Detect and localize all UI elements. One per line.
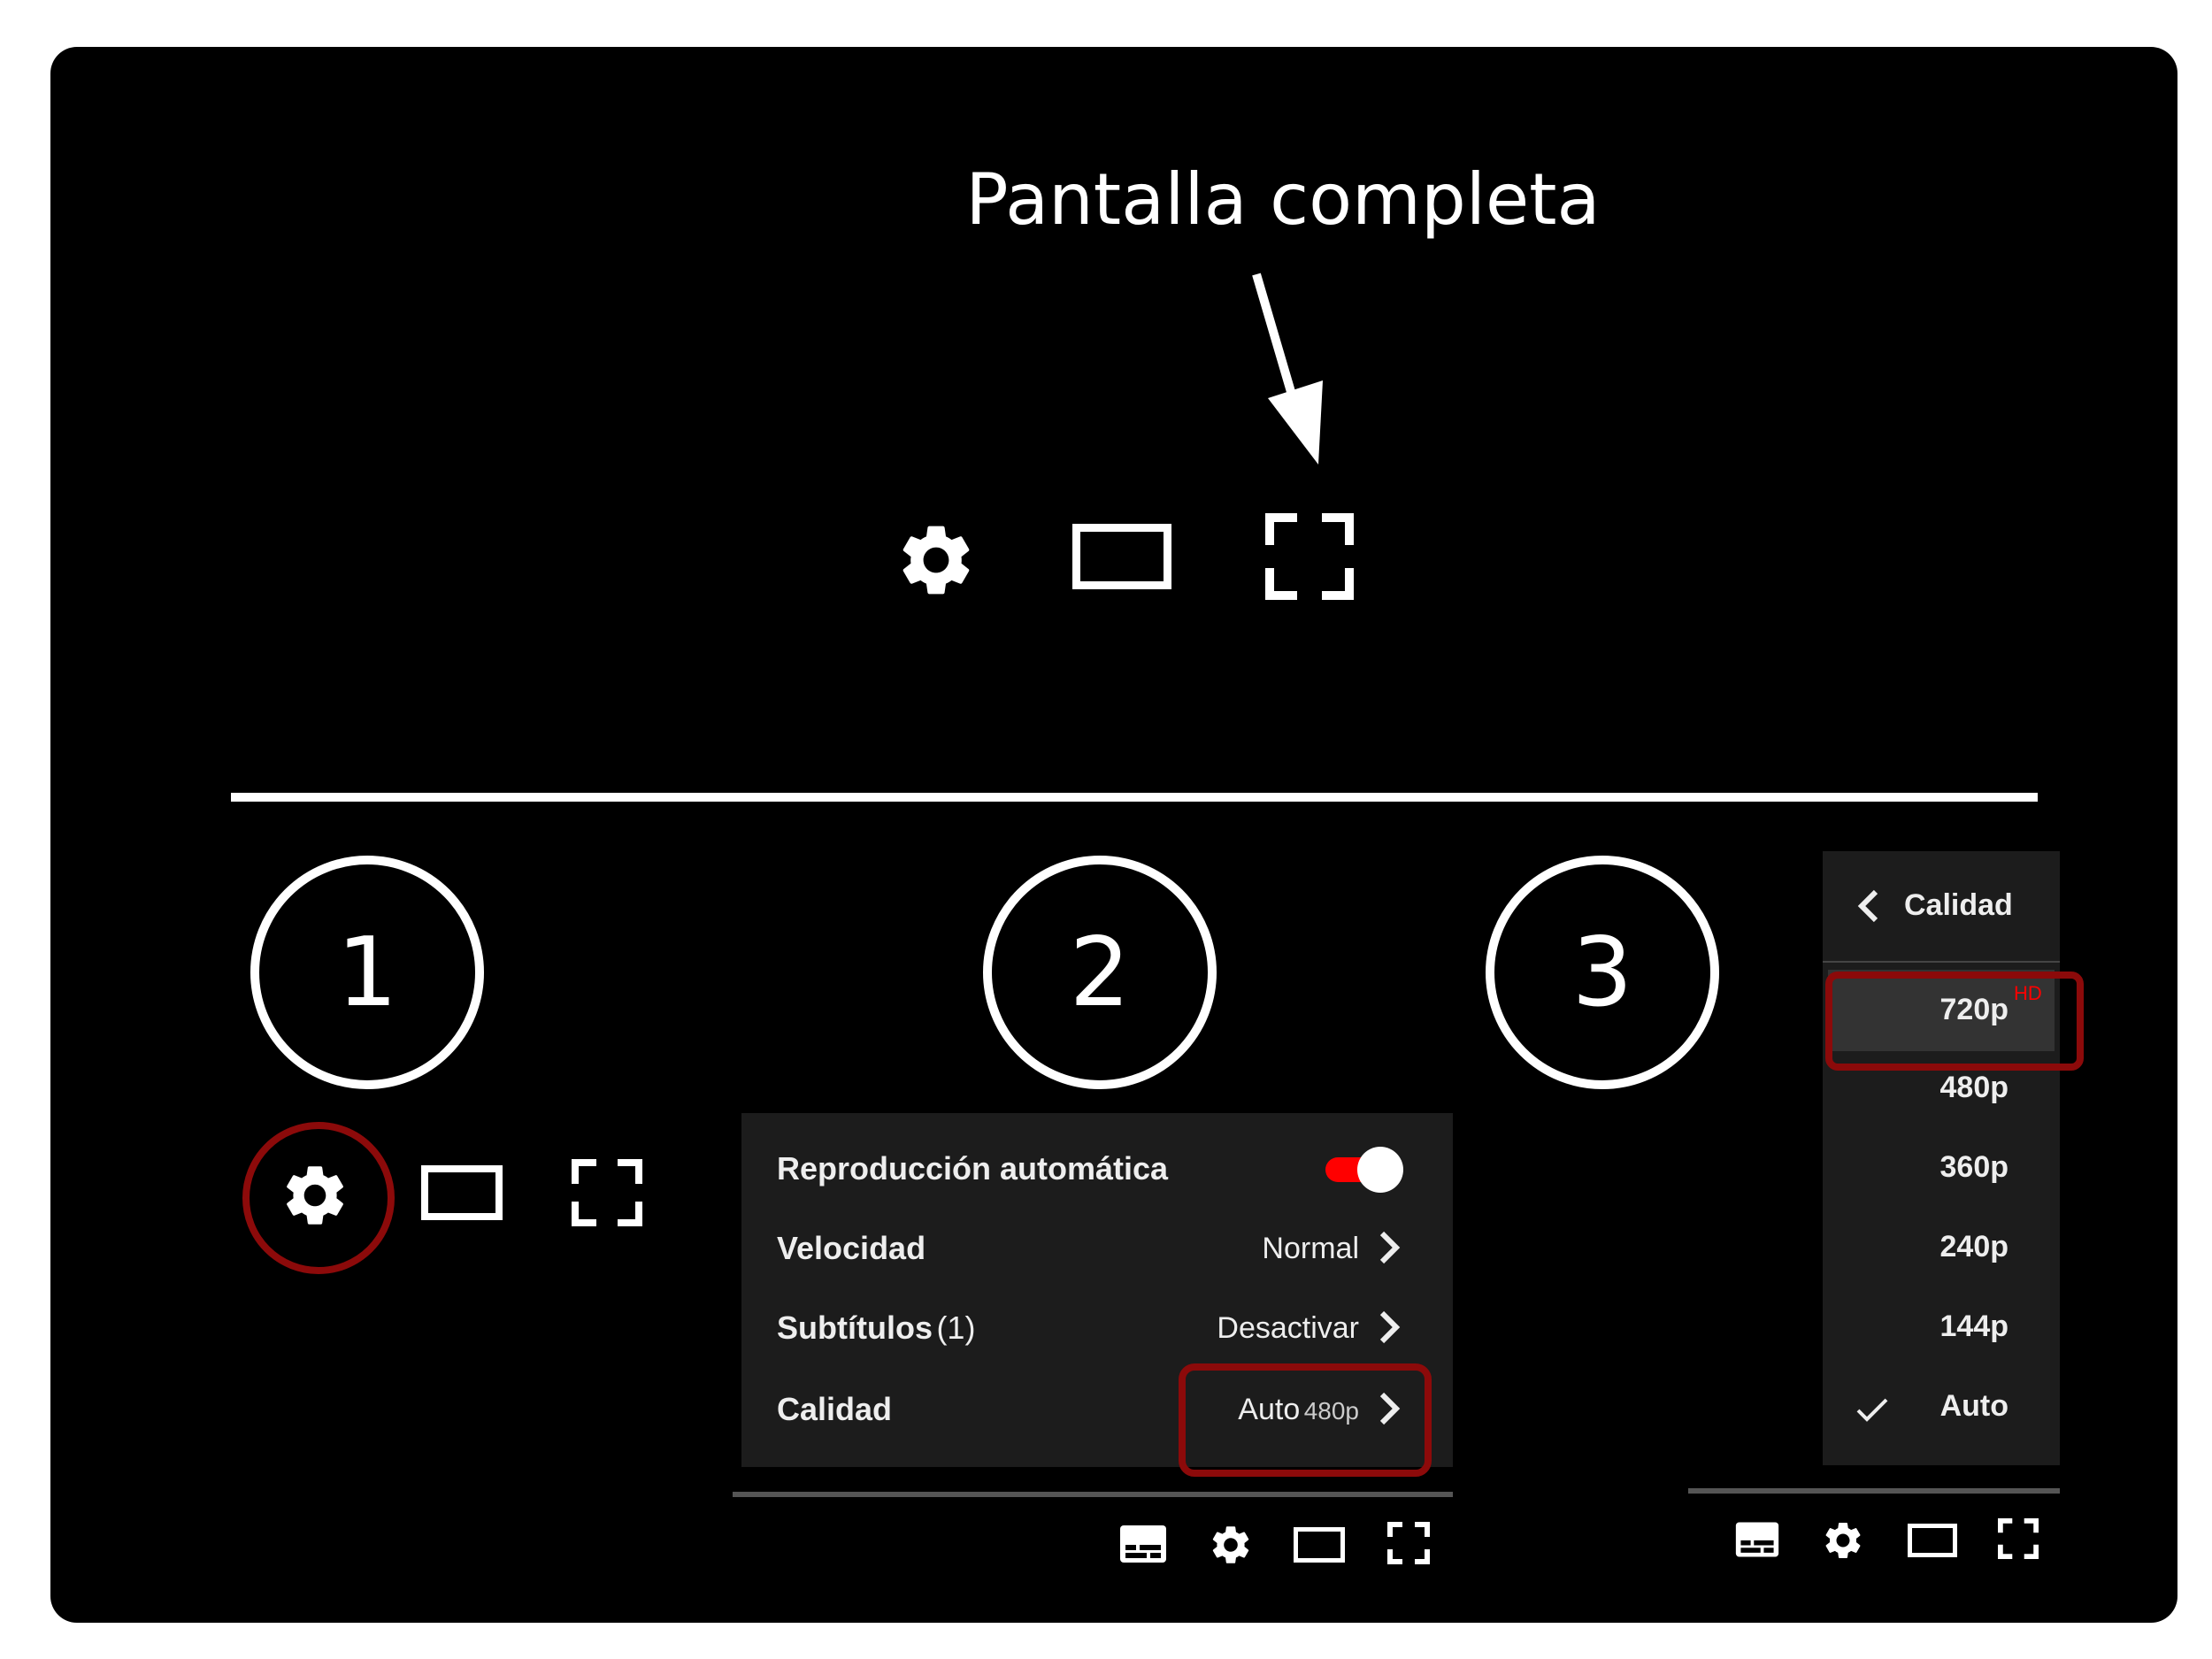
autoplay-label: Reproducción automática: [777, 1150, 1169, 1187]
subtitles-value: Desactivar: [1217, 1311, 1359, 1345]
quality-option-label: 144p: [1939, 1310, 2009, 1343]
chevron-right-icon: [1379, 1310, 1401, 1344]
quality-option-144p[interactable]: 144p: [1823, 1290, 2060, 1370]
fullscreen-icon[interactable]: [572, 1159, 642, 1226]
quality-option-240p[interactable]: 240p: [1823, 1210, 2060, 1290]
quality-option-label: 480p: [1939, 1071, 2009, 1104]
heading: Pantalla completa: [965, 158, 1601, 241]
chevron-left-icon: [1857, 889, 1878, 923]
gear-icon[interactable]: [1208, 1522, 1254, 1568]
divider: [231, 793, 2038, 802]
fullscreen-icon[interactable]: [1265, 513, 1354, 600]
progress-bar[interactable]: [733, 1492, 1453, 1497]
quality-menu-title: Calidad: [1904, 888, 2013, 922]
gear-icon[interactable]: [279, 1159, 351, 1232]
arrow-icon: [1252, 273, 1323, 465]
subtitles-row[interactable]: Subtítulos (1) Desactivar: [741, 1290, 1453, 1361]
subtitles-count: (1): [936, 1310, 976, 1346]
quality-option-360p[interactable]: 360p: [1823, 1131, 2060, 1210]
speed-row[interactable]: Velocidad Normal: [741, 1210, 1453, 1281]
theater-mode-icon[interactable]: [421, 1165, 503, 1220]
quality-menu: Calidad 720p HD 480p 360p 240p 144p Auto: [1823, 851, 2060, 1465]
autoplay-toggle[interactable]: [1325, 1147, 1403, 1193]
quality-label: Calidad: [777, 1391, 893, 1427]
progress-bar[interactable]: [1688, 1488, 2060, 1494]
speed-label: Velocidad: [777, 1230, 926, 1266]
quality-highlight-box: [1179, 1363, 1432, 1477]
quality-option-label: Auto: [1939, 1389, 2008, 1423]
step-1: 1: [250, 856, 484, 1089]
subtitles-label-group: Subtítulos (1): [777, 1310, 975, 1347]
chevron-right-icon: [1379, 1231, 1401, 1264]
theater-mode-icon[interactable]: [1294, 1527, 1345, 1563]
subtitles-label: Subtítulos: [777, 1310, 933, 1346]
720p-highlight-box: [1825, 972, 2084, 1071]
gear-icon[interactable]: [1821, 1518, 1865, 1563]
subtitles-icon[interactable]: [1734, 1520, 1780, 1559]
theater-mode-icon[interactable]: [1072, 524, 1171, 589]
theater-mode-icon[interactable]: [1908, 1524, 1957, 1557]
quality-menu-header[interactable]: Calidad: [1823, 851, 2060, 963]
quality-option-label: 240p: [1939, 1230, 2009, 1263]
step-2: 2: [983, 856, 1217, 1089]
subtitles-icon[interactable]: [1118, 1524, 1168, 1564]
quality-option-label: 360p: [1939, 1150, 2009, 1184]
quality-option-auto[interactable]: Auto: [1823, 1370, 2060, 1449]
gear-icon[interactable]: [894, 518, 979, 603]
step-3: 3: [1486, 856, 1719, 1089]
fullscreen-icon[interactable]: [1387, 1522, 1430, 1564]
fullscreen-icon[interactable]: [1998, 1518, 2039, 1559]
speed-value: Normal: [1262, 1232, 1359, 1265]
